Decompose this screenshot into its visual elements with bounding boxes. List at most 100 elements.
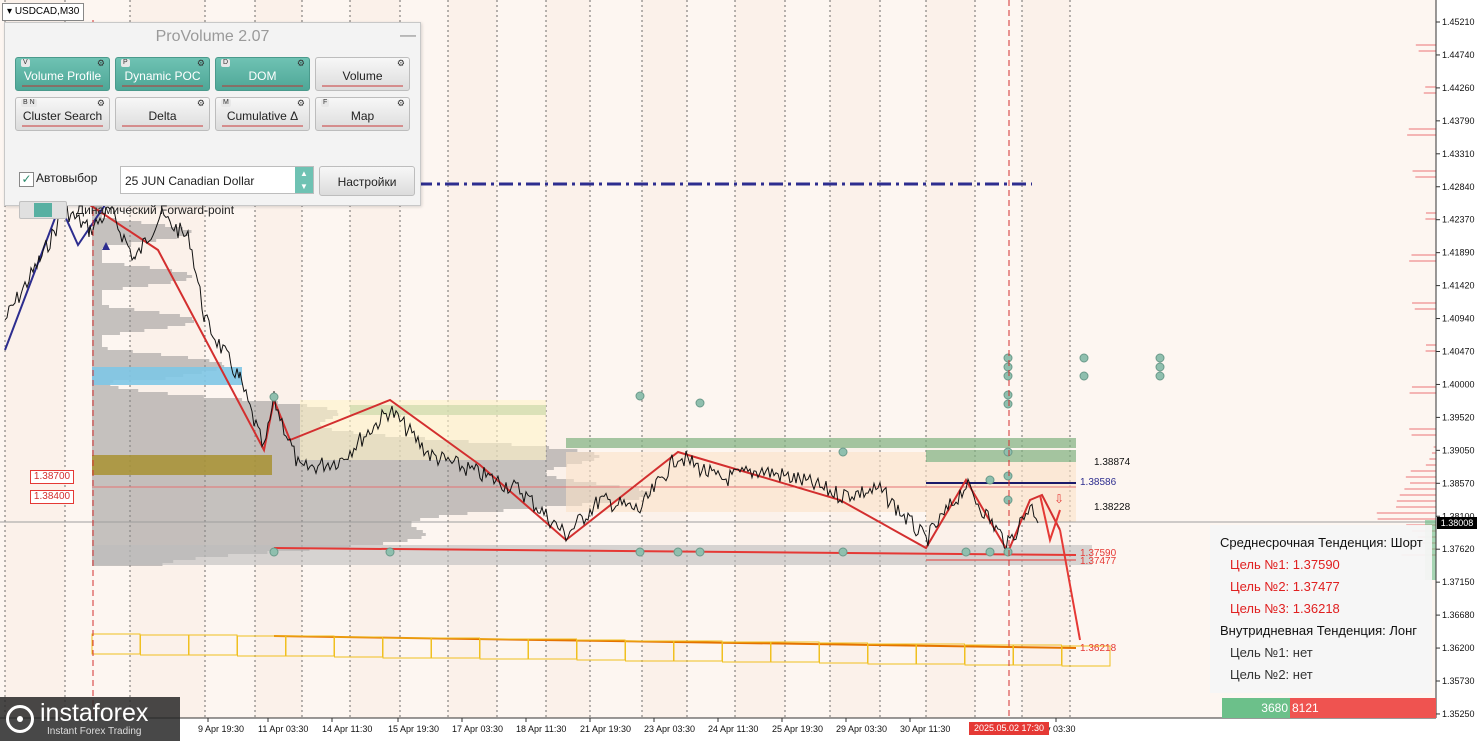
gear-icon[interactable]: ⚙ [197,99,205,108]
gear-icon[interactable]: ⚙ [97,59,105,68]
time-tick-label: 18 Apr 11:30 [516,724,566,734]
price-tick-label: 1.40000 [1442,379,1475,389]
price-tick-label: 1.42370 [1442,215,1475,225]
gear-icon[interactable]: ⚙ [297,59,305,68]
contract-value: 25 JUN Canadian Dollar [125,174,255,188]
tool-button-4[interactable]: B N ⚙ Cluster Search [15,97,110,131]
volume-profile-bar [92,353,162,356]
level-label-5: 1.37477 [1080,556,1117,567]
volume-profile-bar [92,269,173,272]
dom-bar [1411,254,1436,256]
volume-profile-bar [92,224,166,227]
volume-profile-bar [92,281,171,284]
dom-bar [1399,494,1436,496]
volume-profile-bar [92,512,468,515]
gear-icon[interactable]: ⚙ [397,99,405,108]
volume-profile-bar [92,257,102,260]
level-label-3: 1.38228 [1094,502,1131,513]
level-marker [695,398,705,408]
dom-bar [1396,500,1436,502]
level-marker [1155,371,1165,381]
level-marker [1003,399,1013,409]
volume-profile-bar [92,530,423,533]
tool-button-label: Dynamic POC [124,69,201,83]
time-tick-label: 17 Apr 03:30 [452,724,503,734]
volume-profile-bar [92,350,133,353]
button-indicator [22,125,103,127]
volume-profile-bar [92,263,125,266]
volume-profile-bar [92,329,145,332]
logo-name: instaforex [40,699,149,727]
dom-bar [1407,134,1436,136]
time-tick-label: 30 Apr 11:30 [900,724,950,734]
tool-button-2[interactable]: D ⚙ DOM [215,57,310,91]
tool-button-1[interactable]: P ⚙ Dynamic POC [115,57,210,91]
volume-profile-bar [92,272,188,275]
level-marker [1003,371,1013,381]
dom-bar [1409,392,1436,394]
volume-profile-bar [92,311,160,314]
tool-button-5[interactable]: ⚙ Delta [115,97,210,131]
volume-profile-bar [92,482,597,485]
dom-bar [1429,458,1436,460]
dom-bar [1396,506,1436,508]
time-tick-label: 15 Apr 19:30 [388,724,439,734]
instaforex-logo: instaforex Instant Forex Trading [0,697,180,741]
level-marker [1003,362,1013,372]
tool-button-7[interactable]: F ⚙ Map [315,97,410,131]
tool-button-label: Cumulative Δ [226,109,299,123]
intraday-target-2: Цель №2: нет [1230,667,1313,682]
time-tick-label: 29 Apr 03:30 [836,724,887,734]
tool-button-3[interactable]: ⚙ Volume [315,57,410,91]
gear-icon[interactable]: ⚙ [297,99,305,108]
button-indicator [222,125,303,127]
autoselect-checkbox[interactable]: ✓ [19,172,34,187]
mid-target-2: Цель №2: 1.37477 [1230,579,1340,594]
gear-icon[interactable]: ⚙ [197,59,205,68]
settings-button[interactable]: Настройки [319,166,415,196]
symbol-label: USDCAD,M30 [14,6,80,17]
volume-profile-bar [92,236,177,239]
mid-target-1: Цель №1: 1.37590 [1230,557,1340,572]
volume-profile-bar [92,359,210,362]
dom-bar [1425,344,1436,346]
spin-arrows-icon[interactable]: ▲ ▼ [295,167,313,193]
level-label-1: 1.38874 [1094,457,1131,468]
hotkey-badge: D [221,59,231,67]
gear-icon[interactable]: ⚙ [397,59,405,68]
gear-icon[interactable]: ⚙ [97,99,105,108]
volume-profile-bar [92,305,110,308]
hotkey-badge: B N [21,99,37,107]
button-indicator [122,125,203,127]
button-indicator [122,85,203,87]
tool-button-6[interactable]: M ⚙ Cumulative Δ [215,97,310,131]
volume-profile-bar [92,296,102,299]
level-marker [838,547,848,557]
level-marker [1003,390,1013,400]
volume-profile-bar [92,320,195,323]
volume-profile-bar [92,500,616,503]
minimize-button[interactable]: — [400,27,416,45]
sell-volume: 8121 [1290,698,1436,718]
volume-profile-bar [92,509,504,512]
price-tick-label: 1.39520 [1442,412,1475,422]
price-tick-label: 1.35250 [1442,709,1475,719]
level-marker [1003,495,1013,505]
time-tick-label: 23 Apr 03:30 [644,724,695,734]
tool-button-0[interactable]: V ⚙ Volume Profile [15,57,110,91]
dom-bar [1425,218,1436,220]
volume-profile-bar [92,527,417,530]
dom-bar [1409,260,1436,262]
volume-profile-bar [92,503,583,506]
symbol-tab[interactable]: ▾ USDCAD,M30 [2,3,85,21]
time-tick-label: 11 Apr 03:30 [258,724,308,734]
volume-profile-bar [92,416,333,419]
volume-profile-bar [92,428,332,431]
volume-profile-bar [92,389,139,392]
buy-volume: 3680 [1222,698,1290,718]
level-marker [1155,353,1165,363]
price-tick-label: 1.43310 [1442,149,1475,159]
forward-point-toggle[interactable] [19,201,67,219]
price-tick-label: 1.38570 [1442,478,1475,488]
contract-select[interactable]: 25 JUN Canadian Dollar ▲ ▼ [120,166,314,194]
